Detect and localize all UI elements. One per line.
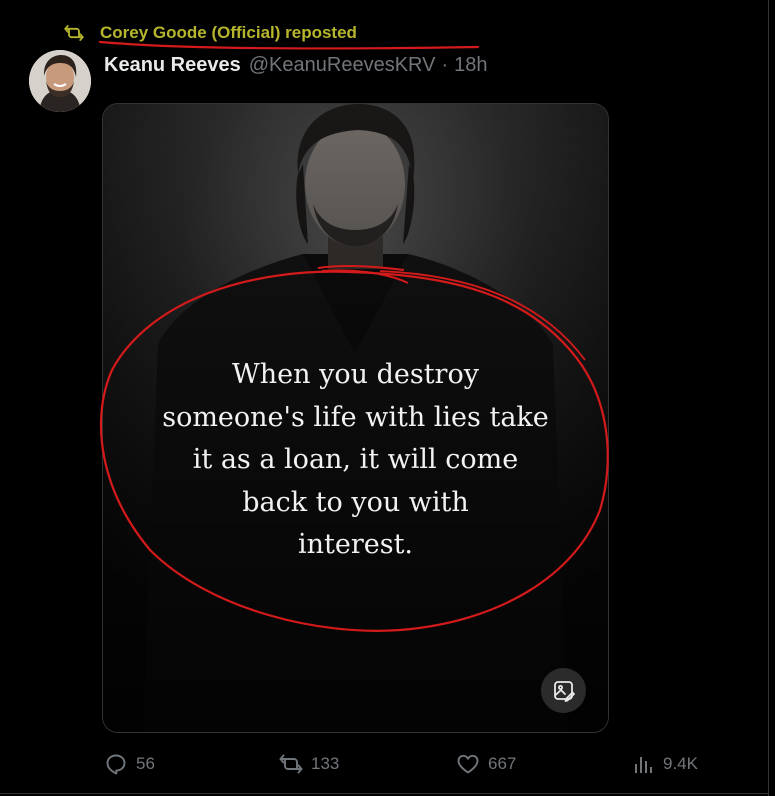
like-count: 667 (488, 754, 517, 773)
quote-line: it as a loan, it will come (192, 444, 519, 475)
repost-label[interactable]: Corey Goode (Official) reposted (100, 23, 357, 43)
repost-count: 133 (311, 754, 340, 773)
avatar[interactable] (29, 50, 91, 112)
quote-text: When you destroy someone's life with lie… (103, 354, 608, 567)
separator-dot: · (441, 54, 449, 76)
repost-icon (64, 23, 84, 43)
reply-button[interactable]: 56 (104, 752, 155, 776)
author-name[interactable]: Keanu Reeves (104, 54, 241, 77)
post-time[interactable]: 18h (454, 54, 487, 77)
repost-button[interactable]: 133 (279, 752, 339, 776)
heart-icon (457, 754, 479, 774)
like-button[interactable]: 667 (456, 752, 516, 776)
views-icon (635, 757, 652, 773)
author-handle[interactable]: @KeanuReevesKRV (249, 54, 436, 77)
post-image[interactable]: When you destroy someone's life with lie… (102, 103, 609, 733)
views-count: 9.4K (663, 754, 698, 773)
repost-icon (279, 754, 303, 774)
action-bar: 56 133 667 9.4K (0, 752, 768, 782)
quote-line: When you destroy (232, 359, 479, 390)
quote-line: interest. (297, 529, 414, 560)
image-description-button[interactable] (541, 668, 586, 713)
post-divider (0, 793, 768, 794)
image-description-icon (553, 680, 575, 702)
quote-line: back to you with (242, 486, 469, 518)
repost-context[interactable]: Corey Goode (Official) reposted (64, 20, 357, 46)
quote-line: someone's life with lies take (162, 401, 549, 433)
views-button[interactable]: 9.4K (631, 752, 698, 776)
timeline-border (768, 0, 769, 796)
author-row: Keanu Reeves @KeanuReevesKRV · 18h (104, 54, 488, 77)
reply-icon (106, 754, 126, 775)
reply-count: 56 (136, 754, 155, 773)
